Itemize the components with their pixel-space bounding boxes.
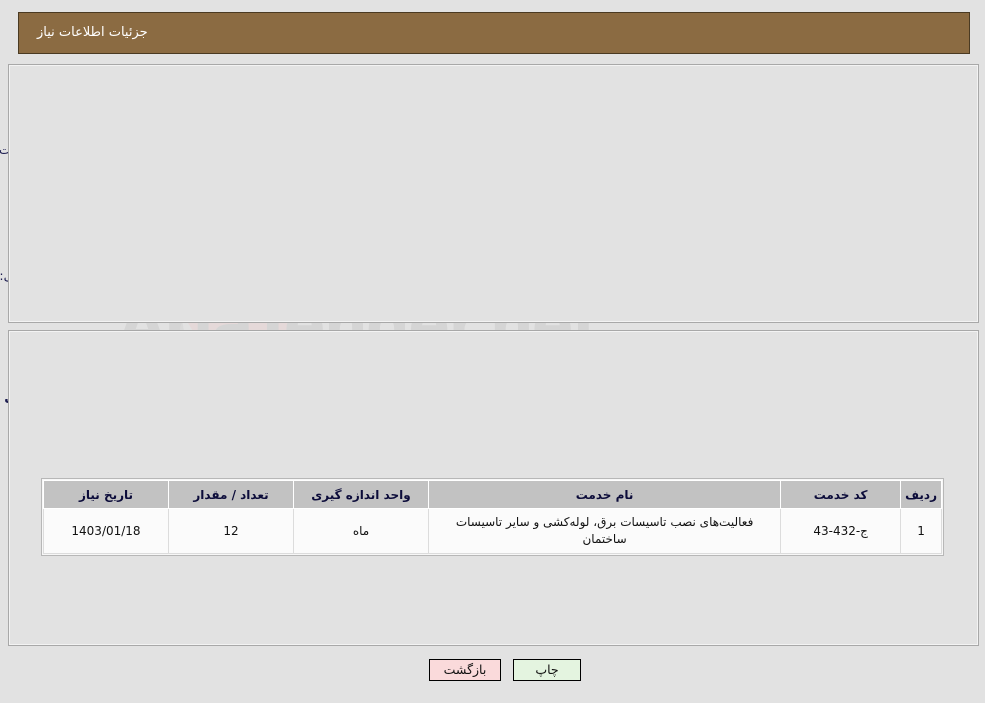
services-table-wrapper: ردیف کد خدمت نام خدمت واحد اندازه گیری ت… <box>41 478 944 556</box>
cell-code: ج-432-43 <box>780 508 902 554</box>
col-name: نام خدمت <box>427 480 782 509</box>
services-table: ردیف کد خدمت نام خدمت واحد اندازه گیری ت… <box>43 480 942 554</box>
cell-date: 1403/01/18 <box>43 508 169 554</box>
back-button[interactable]: بازگشت <box>429 659 501 681</box>
cell-unit: ماه <box>293 508 429 554</box>
page-root: AriaTender.net جزئیات اطلاعات نیاز شماره… <box>0 0 985 703</box>
cell-name: فعالیت‌های نصب تاسیسات برق، لوله‌کشی و س… <box>427 508 782 554</box>
col-quantity: تعداد / مقدار <box>168 480 294 509</box>
print-button[interactable]: چاپ <box>513 659 581 681</box>
table-row[interactable]: 1 ج-432-43 فعالیت‌های نصب تاسیسات برق، ل… <box>43 508 942 554</box>
page-title: جزئیات اطلاعات نیاز <box>37 25 148 40</box>
col-row: ردیف <box>900 480 942 509</box>
cell-row: 1 <box>900 508 942 554</box>
cell-quantity: 12 <box>168 508 294 554</box>
col-code: کد خدمت <box>780 480 902 509</box>
col-date: تاریخ نیاز <box>43 480 169 509</box>
table-header-row: ردیف کد خدمت نام خدمت واحد اندازه گیری ت… <box>43 480 942 509</box>
window-titlebar: جزئیات اطلاعات نیاز <box>18 12 970 54</box>
col-unit: واحد اندازه گیری <box>293 480 429 509</box>
need-info-panel <box>8 64 979 323</box>
